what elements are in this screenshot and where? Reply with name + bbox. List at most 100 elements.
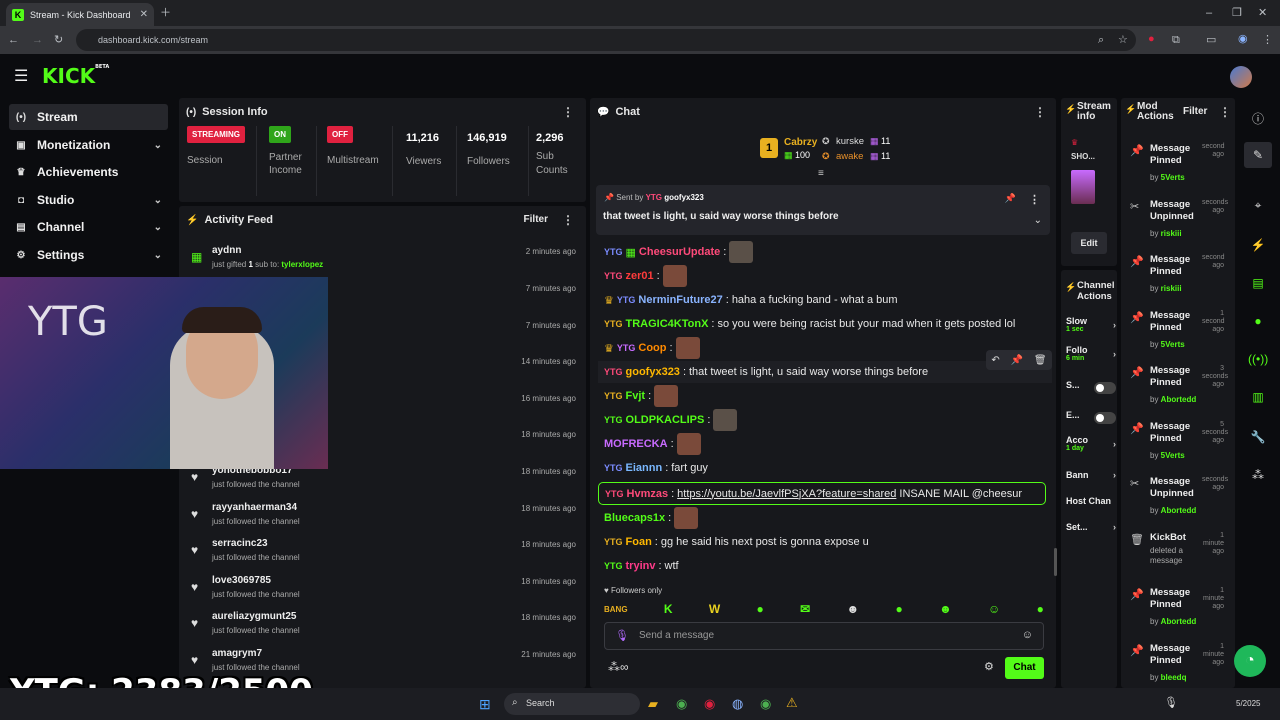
chat-input-field[interactable]: 🎙 Send a message ☺ bbox=[604, 622, 1044, 650]
hamburger-menu-icon[interactable]: ☰ bbox=[14, 66, 28, 86]
mod-username[interactable]: riskiii bbox=[1161, 284, 1182, 293]
browser-tab[interactable]: K Stream - Kick Dashboard ✕ bbox=[6, 3, 154, 26]
windows-start-icon[interactable]: ⊞ bbox=[479, 696, 491, 713]
tab-search-icon[interactable]: ▭ bbox=[1206, 34, 1216, 46]
chat-username[interactable]: TRAGIC4KTonX bbox=[626, 318, 709, 330]
microphone-icon[interactable]: 🎙 bbox=[615, 629, 629, 642]
mod-username[interactable]: 5Verts bbox=[1161, 173, 1185, 182]
chat-link[interactable]: https://youtu.be/JaevlfPSjXA?feature=sha… bbox=[677, 488, 896, 500]
mod-username[interactable]: riskiii bbox=[1161, 229, 1182, 238]
mod-username[interactable]: 5Verts bbox=[1161, 451, 1185, 460]
file-explorer-icon[interactable]: ▰ bbox=[648, 696, 658, 712]
account-age-control[interactable]: Acco 1 day › bbox=[1066, 435, 1116, 452]
close-tab-icon[interactable]: ✕ bbox=[140, 9, 148, 20]
pin-icon[interactable]: 📌 bbox=[1011, 355, 1023, 366]
emote-skull-icon[interactable]: ☻ bbox=[847, 602, 860, 616]
feed-username[interactable]: amagrym7 bbox=[212, 648, 262, 659]
gifter-name[interactable]: awake bbox=[836, 151, 863, 162]
chat-username[interactable]: Foan bbox=[626, 536, 652, 548]
mod-username[interactable]: Abortedd bbox=[1161, 617, 1197, 626]
maximize-icon[interactable]: ❐ bbox=[1232, 7, 1242, 19]
chat-settings-gear-icon[interactable]: ⚙ bbox=[984, 660, 994, 673]
chat-username[interactable]: MOFRECKA bbox=[604, 438, 668, 450]
document-icon[interactable]: ▤ bbox=[1248, 276, 1268, 290]
broadcast-icon[interactable]: ((•)) bbox=[1248, 352, 1268, 366]
more-options-icon[interactable]: ⋮ bbox=[562, 213, 574, 227]
mod-filter-button[interactable]: Filter bbox=[1183, 106, 1207, 117]
emote-w-icon[interactable]: W bbox=[709, 602, 720, 616]
sub-mode-toggle[interactable] bbox=[1094, 382, 1116, 394]
chrome-icon[interactable]: ◉ bbox=[676, 696, 687, 712]
pencil-icon[interactable]: ✎ bbox=[1248, 148, 1268, 162]
feed-sub-target[interactable]: tylerxlopez bbox=[281, 260, 323, 269]
info-icon[interactable]: ⓘ bbox=[1248, 110, 1268, 127]
lightning-icon[interactable]: ⚡ bbox=[1248, 238, 1268, 252]
emote-chat-icon[interactable]: ● bbox=[1037, 602, 1044, 616]
more-options-icon[interactable]: ⋮ bbox=[1034, 105, 1046, 119]
scan-icon[interactable]: ⌖ bbox=[1248, 198, 1268, 213]
feed-username[interactable]: aydnn bbox=[212, 245, 241, 256]
emote-bang-icon[interactable]: BANG bbox=[604, 605, 628, 614]
warning-app-icon[interactable]: ⚠ bbox=[786, 695, 798, 711]
help-chat-icon[interactable]: ◔ bbox=[1234, 645, 1266, 677]
mod-username[interactable]: Abortedd bbox=[1161, 395, 1197, 404]
host-channel-control[interactable]: Host Chan bbox=[1066, 496, 1120, 506]
minimize-icon[interactable]: – bbox=[1206, 7, 1212, 19]
new-tab-icon[interactable]: ＋ bbox=[160, 7, 171, 19]
mod-username[interactable]: 5Verts bbox=[1161, 340, 1185, 349]
reply-icon[interactable]: ↶ bbox=[991, 355, 999, 366]
chevron-down-icon[interactable]: ⌄ bbox=[1034, 215, 1042, 226]
chat-scrollbar[interactable] bbox=[1054, 548, 1057, 576]
mod-username[interactable]: bleedq bbox=[1161, 673, 1187, 682]
chat-username[interactable]: zer01 bbox=[626, 270, 654, 282]
chat-username[interactable]: Hvmzas bbox=[627, 488, 669, 500]
extension-record-icon[interactable]: ● bbox=[1148, 33, 1155, 45]
activity-filter-button[interactable]: Filter bbox=[524, 214, 548, 225]
chat-username[interactable]: NerminFuture27 bbox=[638, 294, 722, 306]
collapse-icon[interactable]: ≡ bbox=[818, 168, 824, 179]
more-options-icon[interactable]: ⋮ bbox=[1219, 105, 1231, 119]
gifter-name[interactable]: kurske bbox=[836, 136, 864, 147]
feed-username[interactable]: love3069785 bbox=[212, 575, 271, 586]
reload-icon[interactable]: ↻ bbox=[54, 34, 63, 46]
nav-item-monetization[interactable]: ▣ Monetization ⌄ bbox=[9, 132, 168, 158]
feed-username[interactable]: serracinc23 bbox=[212, 538, 268, 549]
feed-username[interactable]: rayyanhaerman34 bbox=[212, 502, 297, 513]
nav-item-achievements[interactable]: ♛ Achievements bbox=[9, 159, 168, 185]
nav-item-studio[interactable]: ◘ Studio ⌄ bbox=[9, 187, 168, 213]
kick-logo[interactable]: KICKBETA bbox=[42, 64, 109, 88]
forward-icon[interactable]: → bbox=[32, 34, 43, 46]
chat-username[interactable]: Eiannn bbox=[626, 462, 663, 474]
chat-username[interactable]: OLDPKACLIPS bbox=[626, 414, 705, 426]
user-avatar[interactable] bbox=[1230, 66, 1252, 88]
zoom-icon[interactable]: ⌕ bbox=[1098, 34, 1104, 46]
trash-icon[interactable]: 🗑 bbox=[1034, 355, 1047, 366]
slow-mode-control[interactable]: Slow 1 sec › bbox=[1066, 316, 1116, 333]
microphone-tray-icon[interactable]: 🎙 bbox=[1164, 696, 1178, 709]
profile-avatar-icon[interactable]: ◉ bbox=[1238, 33, 1248, 45]
nav-item-stream[interactable]: (•) Stream bbox=[9, 104, 168, 130]
emote-blob-icon[interactable]: ● bbox=[895, 602, 902, 616]
url-field[interactable]: dashboard.kick.com/stream bbox=[76, 29, 1136, 51]
taskbar-search[interactable]: ⌕ Search bbox=[504, 693, 640, 715]
back-icon[interactable]: ← bbox=[8, 34, 19, 46]
bookmark-star-icon[interactable]: ☆ bbox=[1118, 34, 1128, 46]
chrome-profile-icon[interactable]: ◉ bbox=[760, 696, 771, 712]
emote-mail-icon[interactable]: ✉ bbox=[800, 602, 810, 616]
extensions-icon[interactable]: ⧉ bbox=[1172, 34, 1180, 46]
chat-username[interactable]: Coop bbox=[638, 342, 666, 354]
edit-stream-button[interactable]: Edit bbox=[1071, 232, 1107, 254]
chat-username[interactable]: CheesurUpdate bbox=[639, 246, 720, 258]
obs-icon[interactable]: ◉ bbox=[704, 696, 715, 712]
followers-mode-control[interactable]: Follo 6 min › bbox=[1066, 345, 1116, 362]
wrench-icon[interactable]: 🔧 bbox=[1248, 430, 1268, 444]
emote-face-icon[interactable]: ● bbox=[757, 602, 764, 616]
pin-icon[interactable]: 📌 bbox=[1005, 193, 1016, 204]
chat-username[interactable]: Bluecaps1x bbox=[604, 512, 665, 524]
emoji-picker-icon[interactable]: ☺ bbox=[1022, 629, 1033, 641]
browser-menu-icon[interactable]: ⋮ bbox=[1262, 34, 1273, 46]
settings-control[interactable]: Set... › bbox=[1066, 522, 1116, 532]
layout-icon[interactable]: ▥ bbox=[1248, 390, 1268, 404]
chat-username[interactable]: Fvjt bbox=[626, 390, 646, 402]
steam-icon[interactable]: ◍ bbox=[732, 696, 743, 712]
